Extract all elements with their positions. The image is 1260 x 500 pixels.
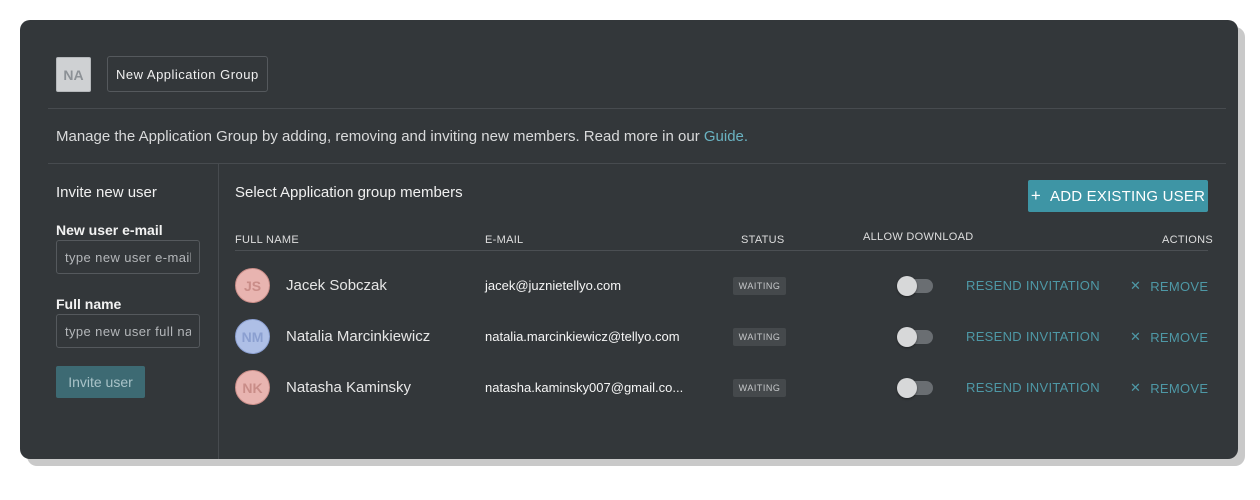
header: NA New Application Group	[20, 20, 1238, 108]
invite-title: Invite new user	[56, 184, 157, 201]
resend-invitation-button[interactable]: RESEND INVITATION	[966, 329, 1100, 344]
avatar: NK	[235, 370, 270, 405]
col-allow-download: ALLOW DOWNLOAD	[863, 231, 974, 243]
avatar: NM	[235, 319, 270, 354]
remove-label: REMOVE	[1150, 278, 1209, 294]
allow-download-toggle[interactable]	[897, 276, 933, 296]
email-field[interactable]	[56, 240, 200, 274]
member-email: natasha.kaminsky007@gmail.co...	[485, 380, 684, 395]
status-badge: WAITING	[733, 379, 786, 397]
remove-label: REMOVE	[1150, 329, 1209, 345]
remove-button[interactable]: ✕ REMOVE	[1130, 380, 1208, 396]
remove-label: REMOVE	[1150, 380, 1209, 396]
remove-button[interactable]: ✕ REMOVE	[1130, 278, 1208, 294]
allow-download-toggle[interactable]	[897, 378, 933, 398]
members-section: Select Application group members + ADD E…	[219, 164, 1238, 459]
table-row: NM Natalia Marcinkiewicz natalia.marcink…	[219, 317, 1238, 357]
col-actions: ACTIONS	[1162, 234, 1213, 246]
close-icon: ✕	[1130, 380, 1142, 395]
status-badge: WAITING	[733, 328, 786, 346]
members-title: Select Application group members	[235, 184, 463, 201]
col-status: STATUS	[741, 234, 785, 246]
member-email: natalia.marcinkiewicz@tellyo.com	[485, 329, 680, 344]
group-name-field[interactable]: New Application Group	[107, 56, 268, 92]
col-email: E-MAIL	[485, 234, 524, 246]
avatar: JS	[235, 268, 270, 303]
table-header-divider	[235, 250, 1208, 251]
remove-button[interactable]: ✕ REMOVE	[1130, 329, 1208, 345]
close-icon: ✕	[1130, 278, 1142, 293]
close-icon: ✕	[1130, 329, 1142, 344]
member-name: Natalia Marcinkiewicz	[286, 328, 431, 345]
table-row: JS Jacek Sobczak jacek@juznietellyo.com …	[219, 266, 1238, 306]
toggle-knob	[897, 327, 917, 347]
status-badge: WAITING	[733, 277, 786, 295]
toggle-knob	[897, 276, 917, 296]
resend-invitation-button[interactable]: RESEND INVITATION	[966, 380, 1100, 395]
add-existing-user-label: ADD EXISTING USER	[1050, 187, 1206, 205]
full-name-label: Full name	[56, 296, 122, 312]
group-avatar: NA	[56, 57, 91, 92]
member-name: Jacek Sobczak	[286, 277, 387, 294]
toggle-knob	[897, 378, 917, 398]
description: Manage the Application Group by adding, …	[56, 128, 748, 145]
member-email: jacek@juznietellyo.com	[485, 278, 622, 293]
application-group-panel: NA New Application Group Manage the Appl…	[20, 20, 1238, 459]
description-text: Manage the Application Group by adding, …	[56, 128, 704, 145]
add-existing-user-button[interactable]: + ADD EXISTING USER	[1028, 180, 1208, 212]
email-label: New user e-mail	[56, 222, 163, 238]
header-divider	[48, 108, 1226, 109]
col-full-name: FULL NAME	[235, 234, 300, 246]
plus-icon: +	[1030, 186, 1042, 205]
allow-download-toggle[interactable]	[897, 327, 933, 347]
invite-sidebar: Invite new user New user e-mail Full nam…	[20, 164, 219, 459]
invite-user-button[interactable]: Invite user	[56, 366, 145, 398]
resend-invitation-button[interactable]: RESEND INVITATION	[966, 278, 1100, 293]
table-row: NK Natasha Kaminsky natasha.kaminsky007@…	[219, 368, 1238, 408]
guide-link[interactable]: Guide.	[704, 128, 748, 145]
member-name: Natasha Kaminsky	[286, 379, 412, 396]
full-name-field[interactable]	[56, 314, 200, 348]
